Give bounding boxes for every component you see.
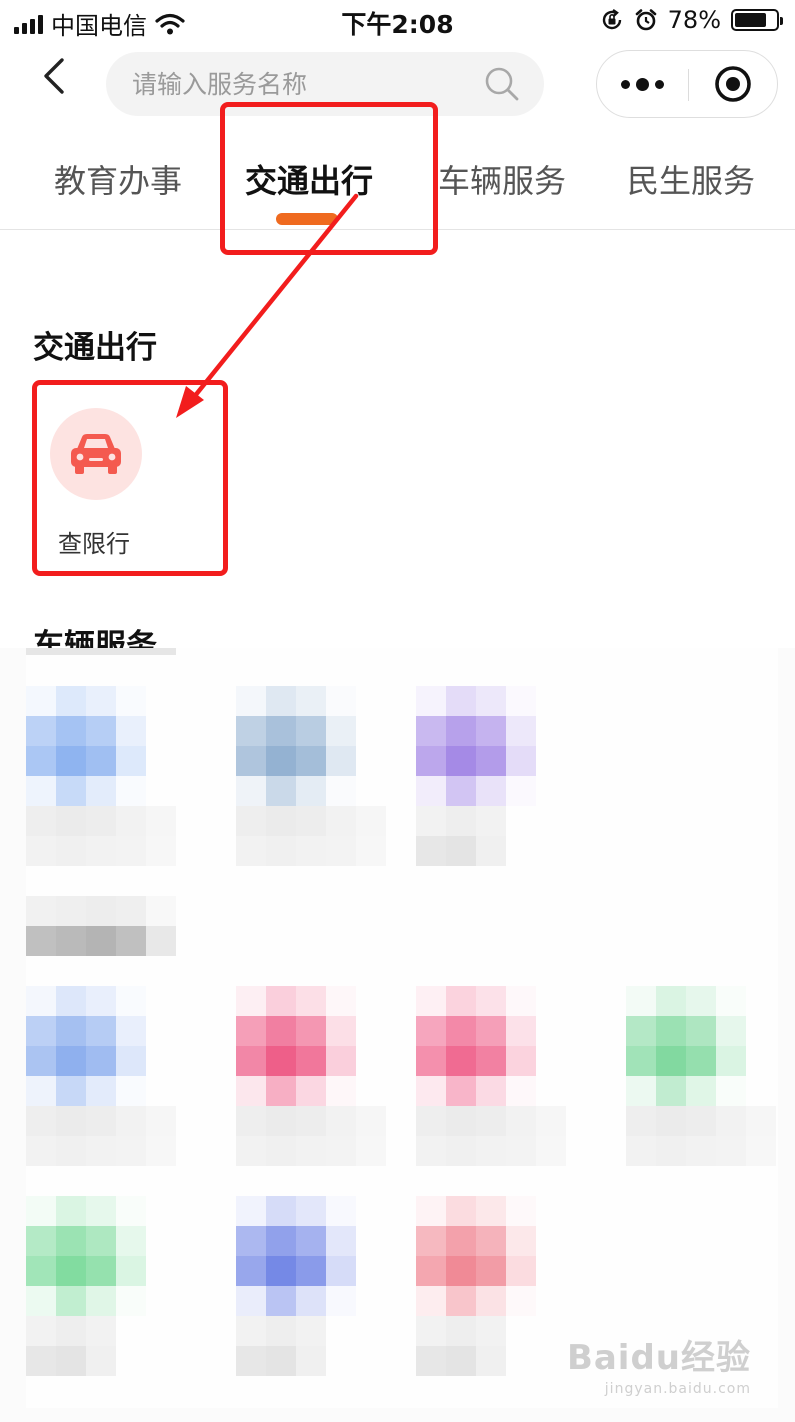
status-right: 78% bbox=[600, 6, 783, 34]
watermark-logo: Baidu经验 bbox=[566, 1338, 751, 1378]
more-button[interactable] bbox=[597, 51, 687, 117]
annotation-box-tab bbox=[220, 102, 438, 255]
battery-level bbox=[735, 13, 767, 27]
tab-vehicle[interactable]: 车辆服务 bbox=[438, 156, 566, 202]
chevron-left-icon[interactable] bbox=[36, 56, 76, 96]
section-title-traffic: 交通出行 bbox=[33, 330, 157, 366]
search-icon[interactable] bbox=[484, 66, 520, 102]
alarm-icon bbox=[635, 9, 656, 31]
status-bar: 中国电信 下午2:08 78% bbox=[0, 0, 795, 44]
baidu-watermark: Baidu经验 jingyan.baidu.com bbox=[567, 1330, 751, 1397]
more-dots-icon bbox=[620, 79, 630, 89]
miniprogram-capsule bbox=[596, 50, 778, 118]
close-button[interactable] bbox=[689, 51, 777, 117]
target-close-icon bbox=[715, 66, 751, 102]
tab-education[interactable]: 教育办事 bbox=[54, 156, 182, 202]
battery-percentage: 78% bbox=[667, 6, 721, 34]
battery-icon bbox=[731, 9, 783, 31]
pixelated-service-grid bbox=[0, 648, 795, 1422]
rotation-lock-icon bbox=[602, 9, 621, 30]
tab-livelihood[interactable]: 民生服务 bbox=[627, 156, 755, 202]
watermark-url: jingyan.baidu.com bbox=[604, 1381, 751, 1397]
annotation-box-service bbox=[32, 380, 228, 576]
section-title-underline bbox=[26, 648, 176, 655]
search-input[interactable] bbox=[132, 66, 462, 102]
